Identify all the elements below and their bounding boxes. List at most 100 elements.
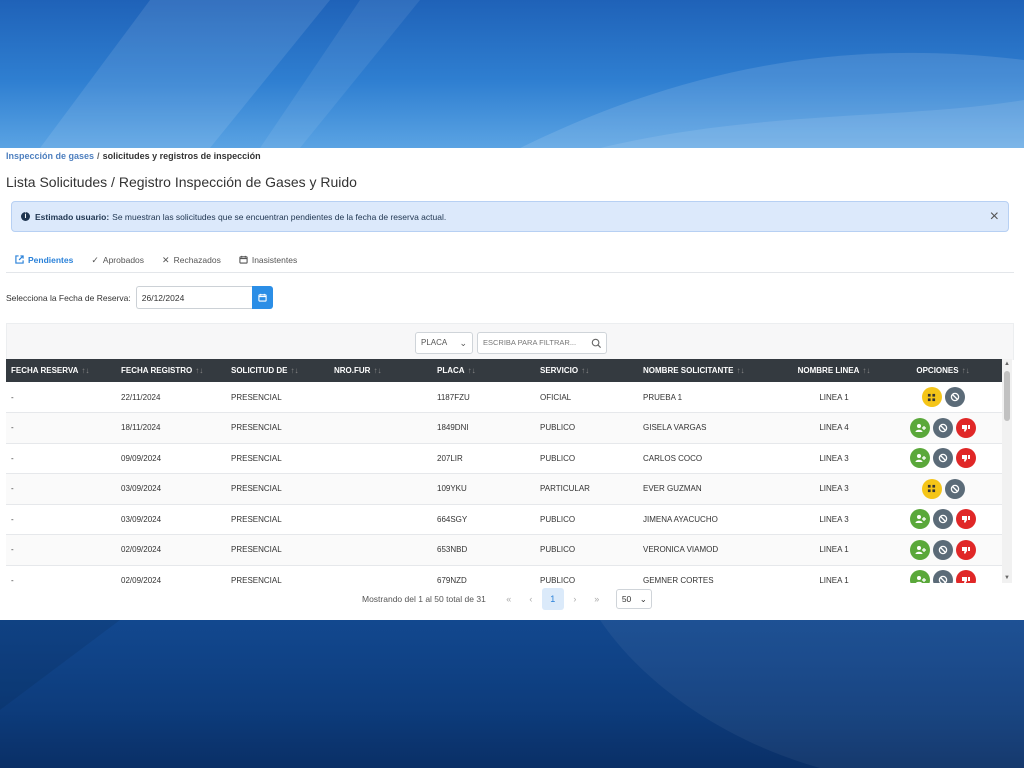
reject-button[interactable] bbox=[956, 570, 976, 583]
main-panel: Inspección de gases / solicitudes y regist… bbox=[0, 148, 1024, 620]
column-header[interactable]: FECHA RESERVA ↑↓ bbox=[6, 359, 116, 382]
info-icon: i bbox=[21, 212, 30, 221]
info-alert: i Estimado usuario: Se muestran las soli… bbox=[11, 201, 1009, 232]
cell-fecha-reserva: - bbox=[6, 382, 116, 413]
column-header[interactable]: OPCIONES ↑↓ bbox=[884, 359, 1002, 382]
column-header[interactable]: SERVICIO ↑↓ bbox=[535, 359, 638, 382]
scroll-down-icon[interactable]: ▼ bbox=[1004, 575, 1010, 581]
column-header[interactable]: PLACA ↑↓ bbox=[432, 359, 535, 382]
cell-linea: LINEA 1 bbox=[784, 565, 884, 583]
cancel-request-button[interactable] bbox=[944, 387, 965, 407]
last-page-button[interactable]: » bbox=[586, 588, 608, 610]
column-header[interactable]: FECHA REGISTRO ↑↓ bbox=[116, 359, 226, 382]
cell-opciones bbox=[884, 443, 1002, 474]
cell-nro-fur bbox=[329, 504, 432, 535]
sort-icon: ↑↓ bbox=[736, 366, 745, 375]
row-actions bbox=[884, 509, 1002, 530]
sort-icon: ↑↓ bbox=[961, 366, 970, 375]
cell-fecha-registro: 02/09/2024 bbox=[116, 534, 226, 566]
ban-icon bbox=[938, 453, 948, 463]
filter-bar: PLACA ⌄ ESCRIBA PARA FILTRAR... bbox=[6, 323, 1014, 360]
cancel-request-button[interactable] bbox=[933, 417, 953, 438]
table-row[interactable]: -03/09/2024 PRESENCIAL 664SGY PUBLICO JIMENA… bbox=[6, 504, 1002, 535]
date-input[interactable] bbox=[135, 286, 252, 309]
reject-button[interactable] bbox=[956, 417, 976, 438]
column-header[interactable]: NOMBRE LINEA ↑↓ bbox=[784, 359, 884, 382]
x-icon: ✕ bbox=[162, 254, 170, 265]
breadcrumb-link-parent[interactable]: Inspección de gases bbox=[6, 151, 94, 161]
scroll-up-icon[interactable]: ▲ bbox=[1004, 361, 1010, 367]
approve-button[interactable] bbox=[910, 509, 930, 530]
cell-placa: 679NZD bbox=[432, 565, 535, 583]
approve-button[interactable] bbox=[910, 448, 930, 469]
filter-input[interactable]: ESCRIBA PARA FILTRAR... bbox=[477, 332, 607, 354]
reject-button[interactable] bbox=[956, 509, 976, 530]
cancel-request-button[interactable] bbox=[933, 509, 953, 530]
filter-field-value: PLACA bbox=[421, 338, 448, 347]
calendar-button[interactable] bbox=[251, 286, 273, 309]
view-details-button[interactable] bbox=[921, 478, 942, 499]
table-row[interactable]: -02/09/2024 PRESENCIAL 653NBD PUBLICO VERONI… bbox=[6, 534, 1002, 566]
page-button-current[interactable]: 1 bbox=[541, 588, 564, 610]
cell-fecha-registro: 09/09/2024 bbox=[116, 443, 226, 474]
cell-servicio: OFICIAL bbox=[535, 382, 638, 413]
chevron-down-icon: ⌄ bbox=[459, 338, 467, 348]
cell-opciones bbox=[884, 534, 1002, 566]
grid-icon bbox=[927, 393, 936, 402]
cell-opciones bbox=[884, 504, 1002, 535]
date-filter-label: Selecciona la Fecha de Reserva: bbox=[6, 292, 131, 303]
row-actions bbox=[884, 539, 1002, 560]
cell-placa: 109YKU bbox=[432, 473, 535, 505]
approve-button[interactable] bbox=[910, 539, 930, 560]
chevron-down-icon: ⌄ bbox=[639, 594, 647, 604]
cancel-request-button[interactable] bbox=[944, 478, 965, 499]
tab-inasistentes[interactable]: Inasistentes bbox=[230, 248, 306, 272]
table-row[interactable]: -22/11/2024 PRESENCIAL 1187FZU OFICIAL PRUEB… bbox=[6, 382, 1002, 413]
grid-icon bbox=[927, 484, 936, 493]
cancel-request-button[interactable] bbox=[933, 448, 953, 469]
per-page-select[interactable]: 50 ⌄ bbox=[615, 589, 652, 609]
reject-button[interactable] bbox=[956, 448, 976, 469]
tab-aprobados[interactable]: ✓ Aprobados bbox=[82, 248, 153, 272]
approve-button[interactable] bbox=[910, 417, 930, 438]
row-actions bbox=[884, 387, 1002, 407]
table-row[interactable]: -02/09/2024 PRESENCIAL 679NZD PUBLICO GEMNER… bbox=[6, 565, 1002, 583]
cell-solicitante: VERONICA VIAMOD bbox=[638, 534, 784, 566]
next-page-button[interactable]: › bbox=[564, 588, 586, 610]
approve-button[interactable] bbox=[910, 570, 930, 583]
tab-rechazados[interactable]: ✕ Rechazados bbox=[153, 248, 230, 272]
table-scrollbar[interactable]: ▲ ▼ bbox=[1002, 359, 1012, 583]
tab-label: Rechazados bbox=[173, 255, 221, 265]
cell-nro-fur bbox=[329, 534, 432, 566]
filter-field-select[interactable]: PLACA ⌄ bbox=[415, 332, 473, 354]
scroll-thumb[interactable] bbox=[1004, 371, 1010, 421]
cancel-request-button[interactable] bbox=[933, 570, 953, 583]
alert-strong-text: Estimado usuario: bbox=[35, 211, 110, 222]
ban-icon bbox=[938, 575, 948, 583]
first-page-button[interactable]: « bbox=[498, 588, 520, 610]
view-details-button[interactable] bbox=[921, 387, 942, 407]
tab-pendientes[interactable]: Pendientes bbox=[6, 248, 82, 272]
prev-page-button[interactable]: ‹ bbox=[520, 588, 542, 610]
reject-button[interactable] bbox=[956, 539, 976, 560]
cell-fecha-registro: 03/09/2024 bbox=[116, 473, 226, 505]
table-row[interactable]: -03/09/2024 PRESENCIAL 109YKU PARTICULAR EVE… bbox=[6, 473, 1002, 505]
column-header[interactable]: SOLICITUD DE ↑↓ bbox=[226, 359, 329, 382]
cell-solicitud: PRESENCIAL bbox=[226, 473, 329, 505]
table-row[interactable]: -09/09/2024 PRESENCIAL 207LIR PUBLICO CARLOS… bbox=[6, 443, 1002, 474]
requests-table-wrap: FECHA RESERVA ↑↓ FECHA REGISTRO ↑↓ SOLICIT… bbox=[6, 359, 1002, 583]
pagination: Mostrando del 1 al 50 total de 31 « ‹ 1 … bbox=[362, 588, 652, 610]
sort-icon: ↑↓ bbox=[195, 366, 204, 375]
row-actions bbox=[884, 448, 1002, 469]
cell-fecha-reserva: - bbox=[6, 565, 116, 583]
cancel-request-button[interactable] bbox=[933, 539, 953, 560]
column-header[interactable]: NRO.FUR ↑↓ bbox=[329, 359, 432, 382]
cell-placa: 653NBD bbox=[432, 534, 535, 566]
column-header[interactable]: NOMBRE SOLICITANTE ↑↓ bbox=[638, 359, 784, 382]
close-icon[interactable]: × bbox=[990, 209, 999, 225]
table-row[interactable]: -18/11/2024 PRESENCIAL 1849DNI PUBLICO GISEL… bbox=[6, 412, 1002, 444]
cell-opciones bbox=[884, 473, 1002, 505]
tab-label: Pendientes bbox=[28, 255, 74, 265]
per-page-value: 50 bbox=[621, 594, 632, 604]
cell-solicitud: PRESENCIAL bbox=[226, 534, 329, 566]
